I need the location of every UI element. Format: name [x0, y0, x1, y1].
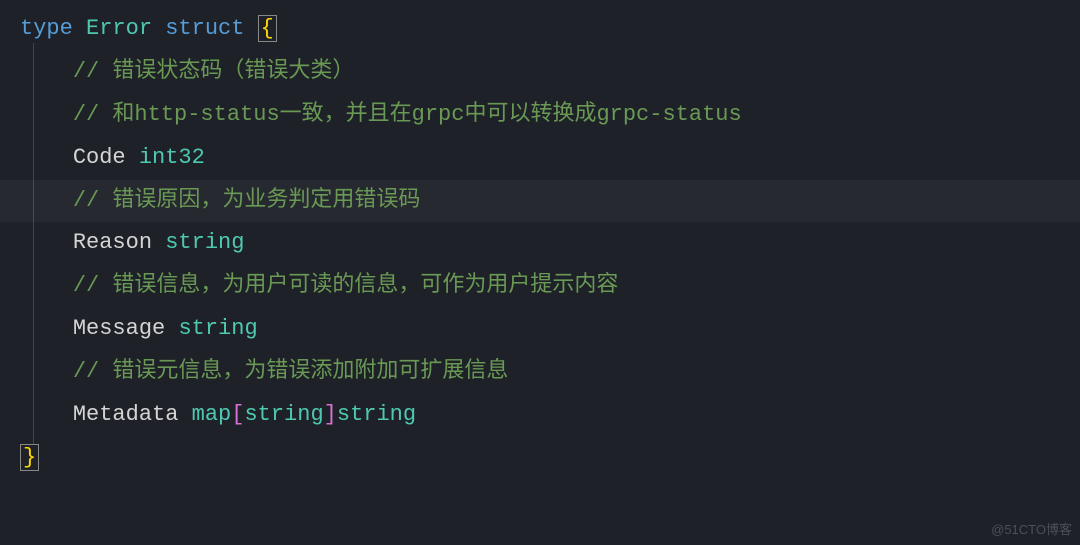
watermark: @51CTO博客 [991, 517, 1072, 542]
keyword-type: type [20, 16, 73, 41]
comment: // 错误状态码（错误大类） [73, 59, 355, 84]
field-name: Code [73, 145, 126, 170]
field-name: Metadata [73, 402, 179, 427]
bracket-open: [ [231, 402, 244, 427]
comment: // 错误信息，为用户可读的信息，可作为用户提示内容 [73, 273, 619, 298]
key-type: string [244, 402, 323, 427]
code-line-7[interactable]: // 错误信息，为用户可读的信息，可作为用户提示内容 [20, 265, 1060, 308]
comment: // 错误元信息，为错误添加附加可扩展信息 [73, 359, 509, 384]
comment: // 错误原因，为业务判定用错误码 [73, 188, 421, 213]
field-name: Message [73, 316, 165, 341]
code-line-8[interactable]: Message string [20, 308, 1060, 351]
field-type: string [165, 230, 244, 255]
code-line-4[interactable]: Code int32 [20, 137, 1060, 180]
bracket-close: ] [324, 402, 337, 427]
code-line-1[interactable]: type Error struct { [20, 8, 1060, 51]
brace-close: } [20, 444, 39, 471]
code-line-11[interactable]: } [20, 437, 1060, 480]
value-type: string [337, 402, 416, 427]
code-line-6[interactable]: Reason string [20, 222, 1060, 265]
code-line-2[interactable]: // 错误状态码（错误大类） [20, 51, 1060, 94]
map-keyword: map [192, 402, 232, 427]
field-type: int32 [139, 145, 205, 170]
field-name: Reason [73, 230, 152, 255]
code-line-3[interactable]: // 和http-status一致，并且在grpc中可以转换成grpc-stat… [20, 94, 1060, 137]
keyword-struct: struct [165, 16, 244, 41]
code-line-9[interactable]: // 错误元信息，为错误添加附加可扩展信息 [20, 351, 1060, 394]
code-line-10[interactable]: Metadata map[string]string [20, 394, 1060, 437]
brace-open: { [258, 15, 277, 42]
struct-name: Error [86, 16, 152, 41]
code-editor: type Error struct { // 错误状态码（错误大类） // 和h… [0, 0, 1080, 488]
field-type: string [178, 316, 257, 341]
code-line-5[interactable]: // 错误原因，为业务判定用错误码 [0, 180, 1080, 223]
comment: // 和http-status一致，并且在grpc中可以转换成grpc-stat… [73, 102, 742, 127]
